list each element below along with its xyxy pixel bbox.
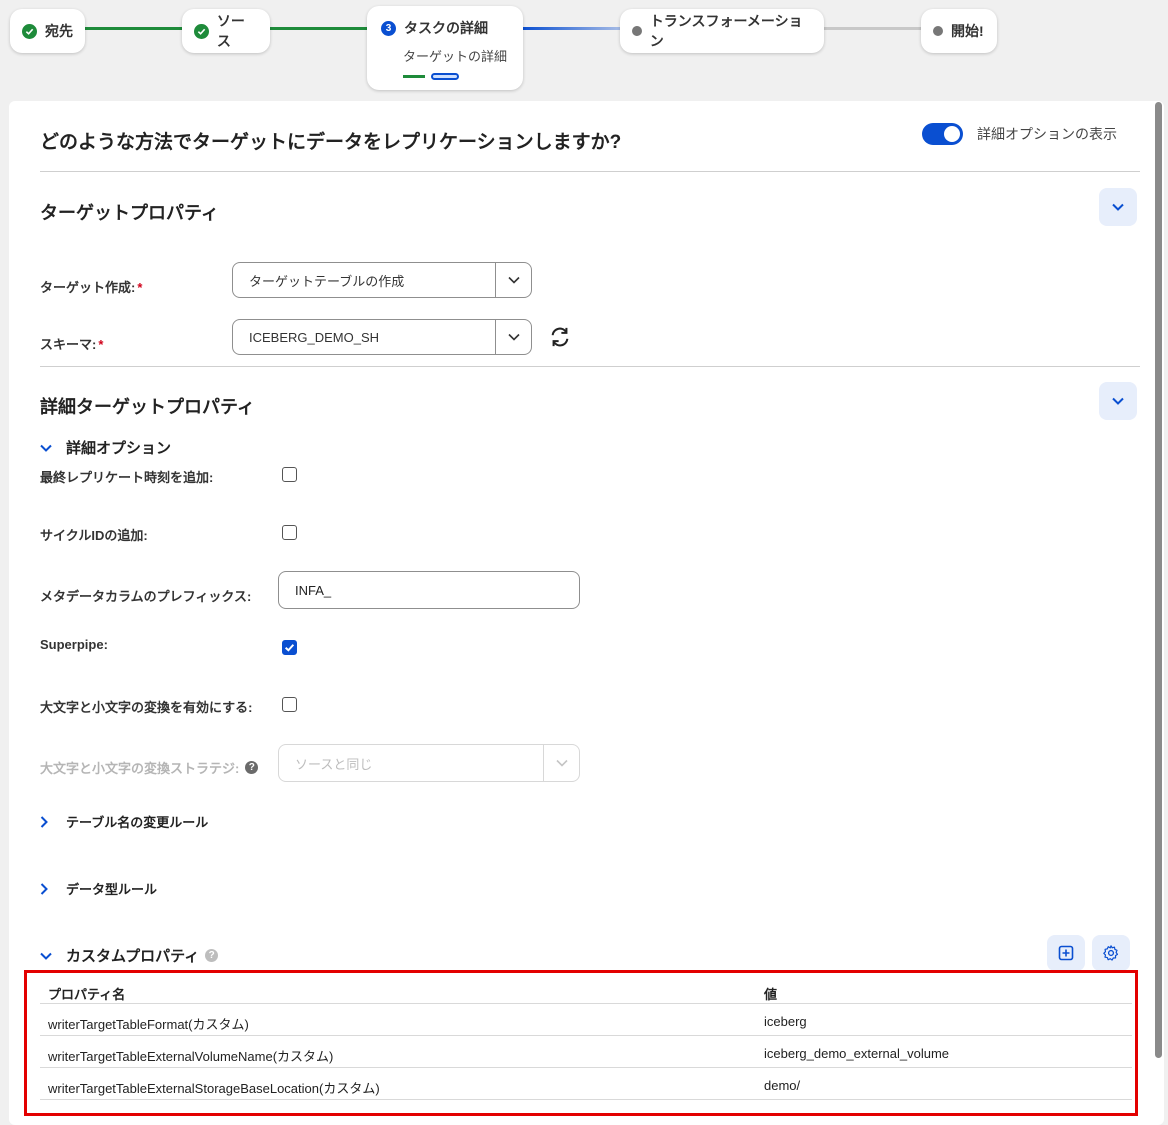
chevron-down-icon [40, 952, 60, 960]
step-transformation[interactable]: トランスフォーメーション [620, 9, 824, 53]
step-progress [403, 73, 511, 80]
target-creation-select[interactable]: ターゲットテーブルの作成 [232, 262, 532, 298]
chevron-down-icon [1112, 397, 1124, 405]
step-label: タスクの詳細 [404, 20, 488, 36]
metadata-column-prefix-input[interactable]: INFA_ [278, 571, 580, 609]
step-label: トランスフォーメーション [649, 13, 803, 49]
add-last-replicated-time-checkbox[interactable] [282, 467, 297, 482]
check-icon [194, 23, 209, 39]
step-connector [268, 27, 378, 30]
chevron-down-icon[interactable] [495, 263, 531, 297]
advanced-options-expander[interactable]: 詳細オプション [40, 437, 171, 458]
step-label: 宛先 [45, 23, 73, 39]
chevron-down-icon [40, 444, 60, 452]
help-icon[interactable]: ? [205, 949, 219, 962]
toggle-label: 詳細オプションの表示 [977, 126, 1117, 142]
step-connector [522, 27, 632, 30]
advanced-options-title: 詳細オプション [66, 440, 172, 457]
advanced-options-toggle[interactable]: 詳細オプションの表示 [922, 123, 1117, 145]
scrollbar[interactable] [1155, 102, 1162, 1058]
page-question: どのような方法でターゲットにデータをレプリケーションしますか? [40, 132, 622, 153]
property-settings-button[interactable] [1092, 935, 1130, 971]
substep-active-bar [431, 73, 459, 80]
select-value: ターゲットテーブルの作成 [249, 273, 405, 289]
toggle-knob [944, 126, 960, 142]
wizard-stepper: 宛先 ソース 3 タスクの詳細 ターゲットの詳細 トランスフォーメーション 開始… [0, 0, 1168, 100]
add-property-button[interactable] [1047, 935, 1085, 971]
substep-done-bar [403, 75, 425, 78]
section-title-target-properties: ターゲットプロパティ [40, 203, 219, 223]
table-rename-rules-expander[interactable]: テーブル名の変更ルール [40, 812, 208, 831]
add-last-replicated-time-label: 最終レプリケート時刻を追加: [40, 470, 214, 485]
superpipe-checkbox[interactable] [282, 640, 297, 655]
help-icon[interactable]: ? [245, 761, 259, 774]
required-mark: * [137, 280, 143, 295]
chevron-right-icon [40, 815, 60, 828]
table-rename-rules-title: テーブル名の変更ルール [66, 815, 209, 830]
chevron-down-icon [543, 745, 579, 781]
data-type-rules-title: データ型ルール [66, 882, 158, 897]
step-source[interactable]: ソース [182, 9, 270, 53]
chevron-down-icon[interactable] [495, 320, 531, 354]
refresh-icon[interactable] [549, 326, 571, 348]
step-connector [822, 27, 932, 30]
custom-properties-expander[interactable]: カスタムプロパティ ? [40, 945, 219, 966]
step-start[interactable]: 開始! [921, 9, 997, 53]
step-label: 開始! [951, 23, 984, 39]
superpipe-label: Superpipe: [40, 637, 108, 652]
check-icon [284, 644, 295, 652]
divider [40, 171, 1140, 172]
section-title-advanced-target-properties: 詳細ターゲットプロパティ [40, 397, 255, 417]
select-value: ソースと同じ [295, 756, 373, 772]
schema-select[interactable]: ICEBERG_DEMO_SH [232, 319, 532, 355]
step-number-badge: 3 [381, 20, 396, 36]
add-cycle-id-checkbox[interactable] [282, 525, 297, 540]
highlight-box [24, 970, 1138, 1116]
collapse-target-properties-button[interactable] [1099, 188, 1137, 226]
data-type-rules-expander[interactable]: データ型ルール [40, 879, 157, 898]
check-icon [22, 23, 37, 39]
add-cycle-id-label: サイクルIDの追加: [40, 528, 148, 543]
add-box-icon [1058, 945, 1074, 961]
select-value: ICEBERG_DEMO_SH [249, 329, 380, 345]
dot-icon [933, 26, 943, 36]
step-sub-label: ターゲットの詳細 [403, 49, 508, 64]
step-connector [80, 27, 190, 30]
enable-case-conversion-checkbox[interactable] [282, 697, 297, 712]
chevron-right-icon [40, 882, 60, 895]
chevron-down-icon [1112, 203, 1124, 211]
metadata-column-prefix-label: メタデータカラムのプレフィックス: [40, 589, 252, 604]
step-label: ソース [216, 13, 245, 49]
collapse-advanced-properties-button[interactable] [1099, 382, 1137, 420]
dot-icon [632, 26, 642, 36]
target-creation-label: ターゲット作成: * [40, 280, 143, 295]
schema-label: スキーマ: * [40, 337, 104, 352]
required-mark: * [98, 337, 104, 352]
enable-case-conversion-label: 大文字と小文字の変換を有効にする: [40, 700, 253, 715]
case-conversion-strategy-label: 大文字と小文字の変換ストラテジ: ? [40, 758, 259, 777]
case-conversion-strategy-select: ソースと同じ [278, 744, 580, 782]
custom-properties-title: カスタムプロパティ [66, 948, 200, 965]
step-task-details[interactable]: 3 タスクの詳細 ターゲットの詳細 [367, 6, 523, 90]
step-destination[interactable]: 宛先 [10, 9, 85, 53]
toggle-switch[interactable] [922, 123, 963, 145]
gear-icon [1103, 945, 1119, 961]
divider [40, 366, 1140, 367]
